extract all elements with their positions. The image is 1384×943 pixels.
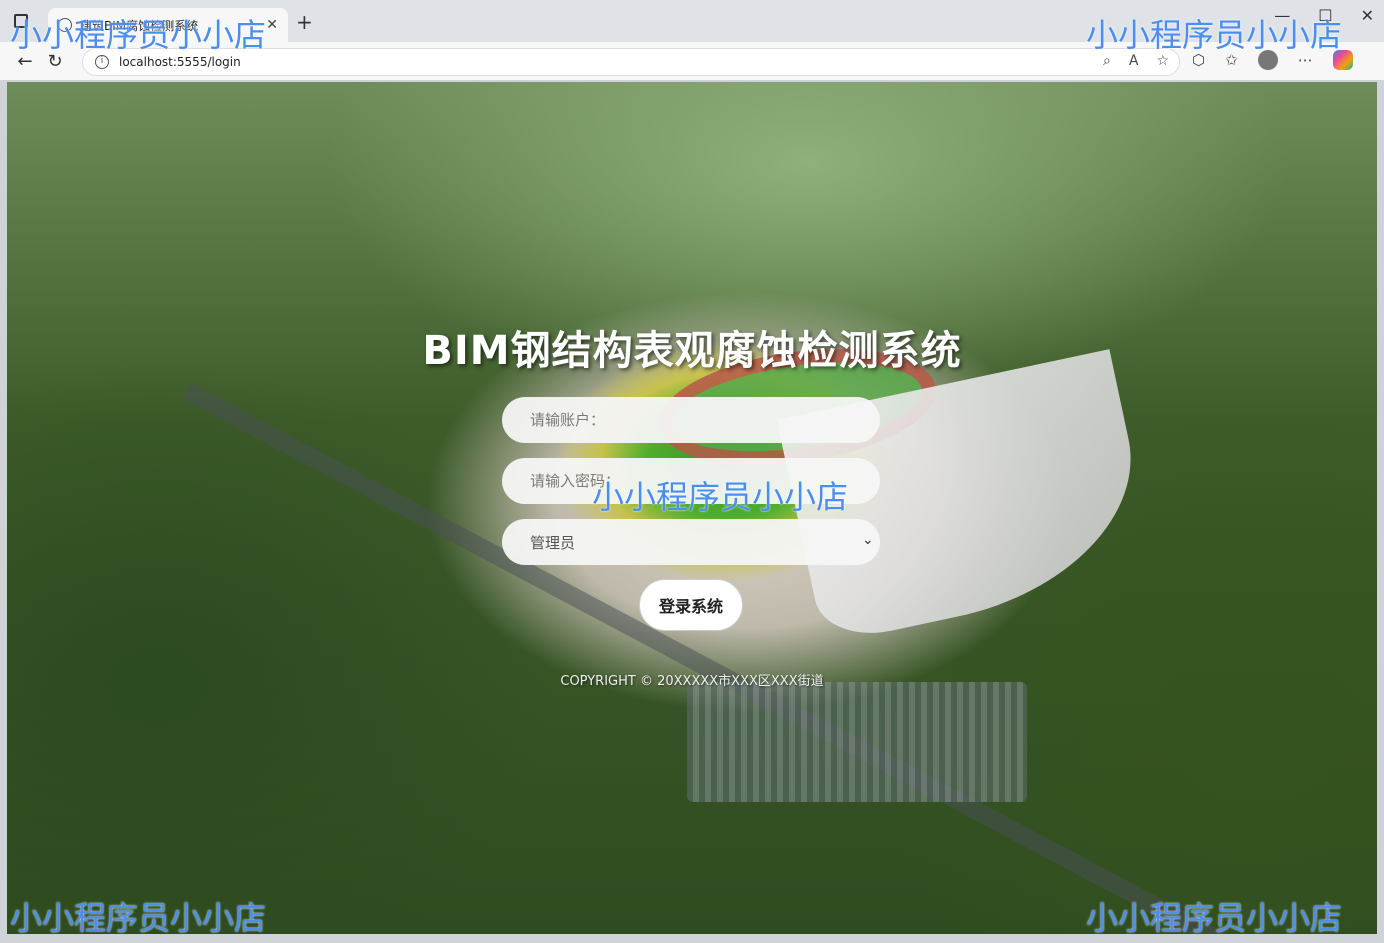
close-window-button[interactable]: ✕ [1361,6,1374,25]
copyright-text: COPYRIGHT © 20XXXXX市XXX区XXX街道 [560,674,824,689]
new-tab-button[interactable]: + [296,10,313,34]
url-text[interactable]: localhost:5555/login [119,55,241,69]
chevron-down-icon: ⌄ [862,532,874,548]
tab-close-icon[interactable]: ✕ [266,17,278,33]
background-parking-lot [687,682,1027,802]
role-select[interactable]: 管理员 [502,519,880,565]
watermark-top-left: 小小程序员小小店 [10,16,267,54]
login-button[interactable]: 登录系统 [639,579,743,631]
page-title: BIM钢结构表观腐蚀检测系统 [422,328,962,374]
watermark-top-right: 小小程序员小小店 [1086,16,1343,54]
watermark-center: 小小程序员小小店 [592,478,849,516]
site-info-icon[interactable]: i [95,55,109,69]
watermark-bottom-left: 小小程序员小小店 [10,899,267,937]
username-input[interactable] [502,397,880,443]
watermark-bottom-right: 小小程序员小小店 [1086,899,1343,937]
role-selected-value: 管理员 [530,533,576,552]
